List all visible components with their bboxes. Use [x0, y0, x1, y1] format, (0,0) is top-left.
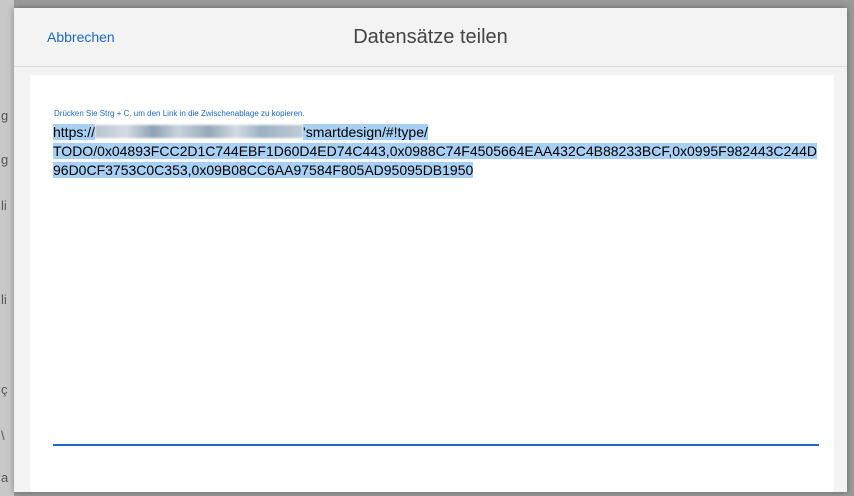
- dialog-title: Datensätze teilen: [353, 26, 508, 48]
- redacted-host: [95, 125, 304, 138]
- share-link-textarea[interactable]: https:// 'smartdesign/#!type/ TODO/0x0489…: [53, 123, 823, 180]
- content-panel: Drücken Sie Strg + C, um den Link in die…: [30, 75, 834, 492]
- background-text: g: [1, 152, 9, 167]
- background-text: \: [1, 428, 5, 443]
- textarea-underline: [53, 444, 819, 446]
- background-text: li: [1, 198, 7, 213]
- dialog-header: Abbrechen Datensätze teilen: [14, 8, 847, 67]
- background-text: ç: [1, 382, 8, 397]
- background-text: a: [1, 470, 9, 485]
- link-record-ids: TODO/0x04893FCC2D1C744EBF1D60D4ED74C443,…: [53, 143, 818, 178]
- copy-hint: Drücken Sie Strg + C, um den Link in die…: [54, 109, 305, 118]
- background-page-strip: g g li li ç \ a: [0, 0, 14, 496]
- background-text: g: [1, 108, 9, 123]
- link-path: 'smartdesign/#!type/: [303, 124, 428, 140]
- link-prefix: https://: [53, 124, 96, 140]
- share-records-dialog: Abbrechen Datensätze teilen Drücken Sie …: [14, 8, 847, 492]
- background-text: li: [1, 292, 7, 307]
